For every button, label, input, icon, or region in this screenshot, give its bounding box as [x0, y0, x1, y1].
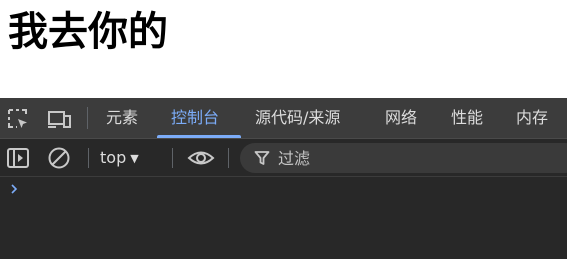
tab-console[interactable]: 控制台: [171, 98, 219, 138]
caret-down-icon: ▼: [130, 152, 139, 165]
devtools-tab-bar: 元素 控制台 源代码/来源 网络 性能 内存: [0, 98, 567, 139]
tab-sources[interactable]: 源代码/来源: [255, 98, 340, 138]
filter-funnel-icon: [254, 150, 270, 166]
page: 我去你的 元素 控制台 源代码/来源 网络 性能 内存 top ▼ 过滤: [0, 0, 567, 259]
tab-network[interactable]: 网络: [385, 98, 417, 138]
filter-box[interactable]: [240, 143, 567, 173]
console-toolbar: top ▼: [0, 139, 567, 177]
filter-input[interactable]: [278, 143, 558, 173]
toolbar-divider-3: [228, 148, 229, 168]
console-prompt-chevron-icon: [8, 181, 20, 195]
tab-memory[interactable]: 内存: [516, 98, 548, 138]
toolbar-divider-1: [88, 148, 89, 168]
sidebar-toggle-icon[interactable]: [6, 146, 30, 170]
inspect-element-icon[interactable]: [6, 107, 30, 131]
context-selector-value: top: [100, 148, 127, 167]
tab-elements[interactable]: 元素: [106, 98, 138, 138]
active-tab-indicator: [157, 135, 241, 138]
page-heading: 我去你的: [8, 9, 168, 55]
tab-performance[interactable]: 性能: [451, 98, 483, 138]
toolbar-divider-2: [172, 148, 173, 168]
console-area[interactable]: [0, 177, 567, 259]
context-selector[interactable]: top ▼: [100, 145, 139, 171]
tabbar-divider: [87, 107, 88, 129]
devtools-panel: 元素 控制台 源代码/来源 网络 性能 内存 top ▼ 过滤: [0, 98, 567, 259]
live-expression-eye-icon[interactable]: [187, 146, 215, 170]
device-toggle-icon[interactable]: [46, 107, 71, 131]
clear-console-icon[interactable]: [47, 146, 71, 170]
